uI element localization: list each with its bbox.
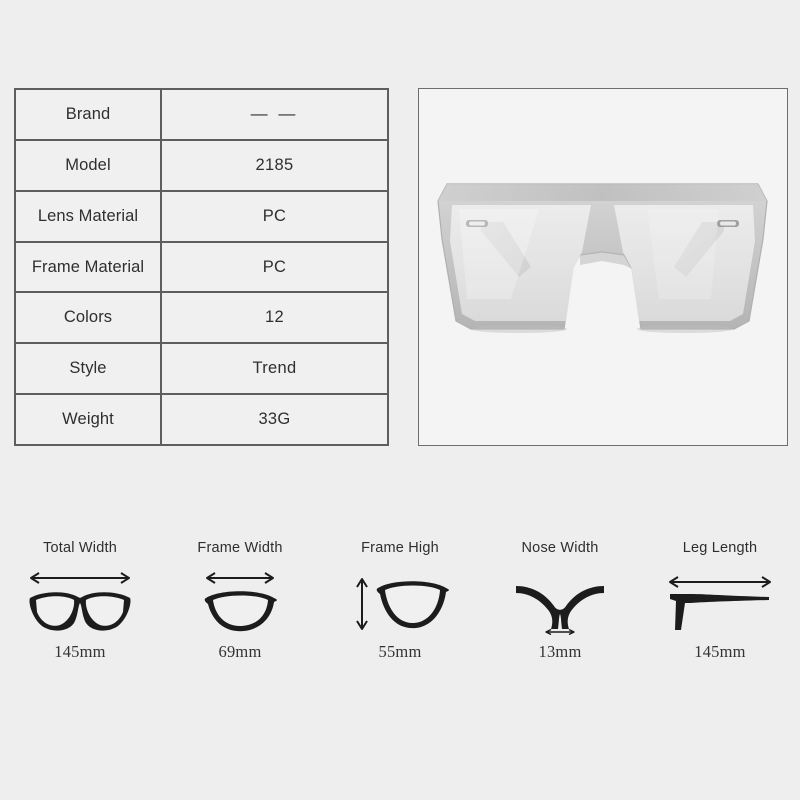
spec-label-colors: Colors <box>16 293 162 343</box>
measure-leg-length: Leg Length 145mm <box>640 520 800 680</box>
spec-value-frame-material: PC <box>262 257 287 276</box>
spec-value-style: Trend <box>252 359 297 378</box>
table-row: Weight 33G <box>16 395 387 445</box>
spec-value-lens-material: PC <box>262 206 287 225</box>
table-row: Model 2185 <box>16 140 387 192</box>
spec-label-weight: Weight <box>16 395 162 445</box>
measure-figure <box>661 566 779 638</box>
horizontal-double-arrow-icon <box>545 628 575 636</box>
spec-label-lens-material: Lens Material <box>16 191 162 241</box>
spec-value-weight: 33G <box>258 410 291 429</box>
measure-frame-high: Frame High 55mm <box>320 520 480 680</box>
sunglasses-product-photo <box>419 89 786 444</box>
measure-frame-width: Frame Width 69mm <box>160 520 320 680</box>
measure-label: Leg Length <box>682 540 758 556</box>
measure-label: Total Width <box>43 540 117 556</box>
measure-value: 55mm <box>378 642 422 661</box>
measure-nose-width: Nose Width 13mm <box>480 520 640 680</box>
measure-total-width: Total Width 145mm <box>0 520 160 680</box>
spec-value-colors: 12 <box>265 308 284 327</box>
spec-value-model: 2185 <box>255 155 294 174</box>
temple-arm-icon <box>669 576 771 630</box>
spec-value-brand: — — <box>250 104 299 124</box>
vertical-double-arrow-icon <box>356 578 368 630</box>
horizontal-double-arrow-icon <box>669 576 771 588</box>
horizontal-double-arrow-icon <box>30 572 130 584</box>
spec-table: Brand — — Model 2185 Lens Material PC Fr… <box>14 88 389 446</box>
single-lens-icon <box>204 572 277 632</box>
spec-label-frame-material: Frame Material <box>16 242 162 292</box>
spec-label-model: Model <box>16 140 162 190</box>
table-row: Colors 12 <box>16 293 387 345</box>
measure-label: Nose Width <box>521 540 599 556</box>
measure-figure <box>192 566 288 638</box>
measure-value: 145mm <box>54 642 106 661</box>
table-row: Style Trend <box>16 344 387 396</box>
spec-label-style: Style <box>16 344 162 394</box>
table-row: Frame Material PC <box>16 242 387 294</box>
table-row: Brand — — <box>16 90 387 141</box>
measure-value: 69mm <box>218 642 262 661</box>
nose-bridge-icon <box>516 586 604 636</box>
measurements-section: Total Width 145mm Frame Width 69mm Frame… <box>0 520 800 680</box>
table-row: Lens Material PC <box>16 191 387 243</box>
measure-value: 145mm <box>694 642 746 661</box>
measure-figure <box>350 566 450 638</box>
spec-label-brand: Brand <box>16 90 162 139</box>
horizontal-double-arrow-icon <box>206 572 274 584</box>
product-image-panel <box>418 88 788 446</box>
measure-figure <box>20 566 140 638</box>
measure-label: Frame Width <box>197 540 283 556</box>
measure-value: 13mm <box>538 642 582 661</box>
single-lens-icon <box>356 578 449 630</box>
full-glasses-icon <box>29 572 131 631</box>
measure-label: Frame High <box>361 540 439 556</box>
measure-figure <box>510 566 610 638</box>
